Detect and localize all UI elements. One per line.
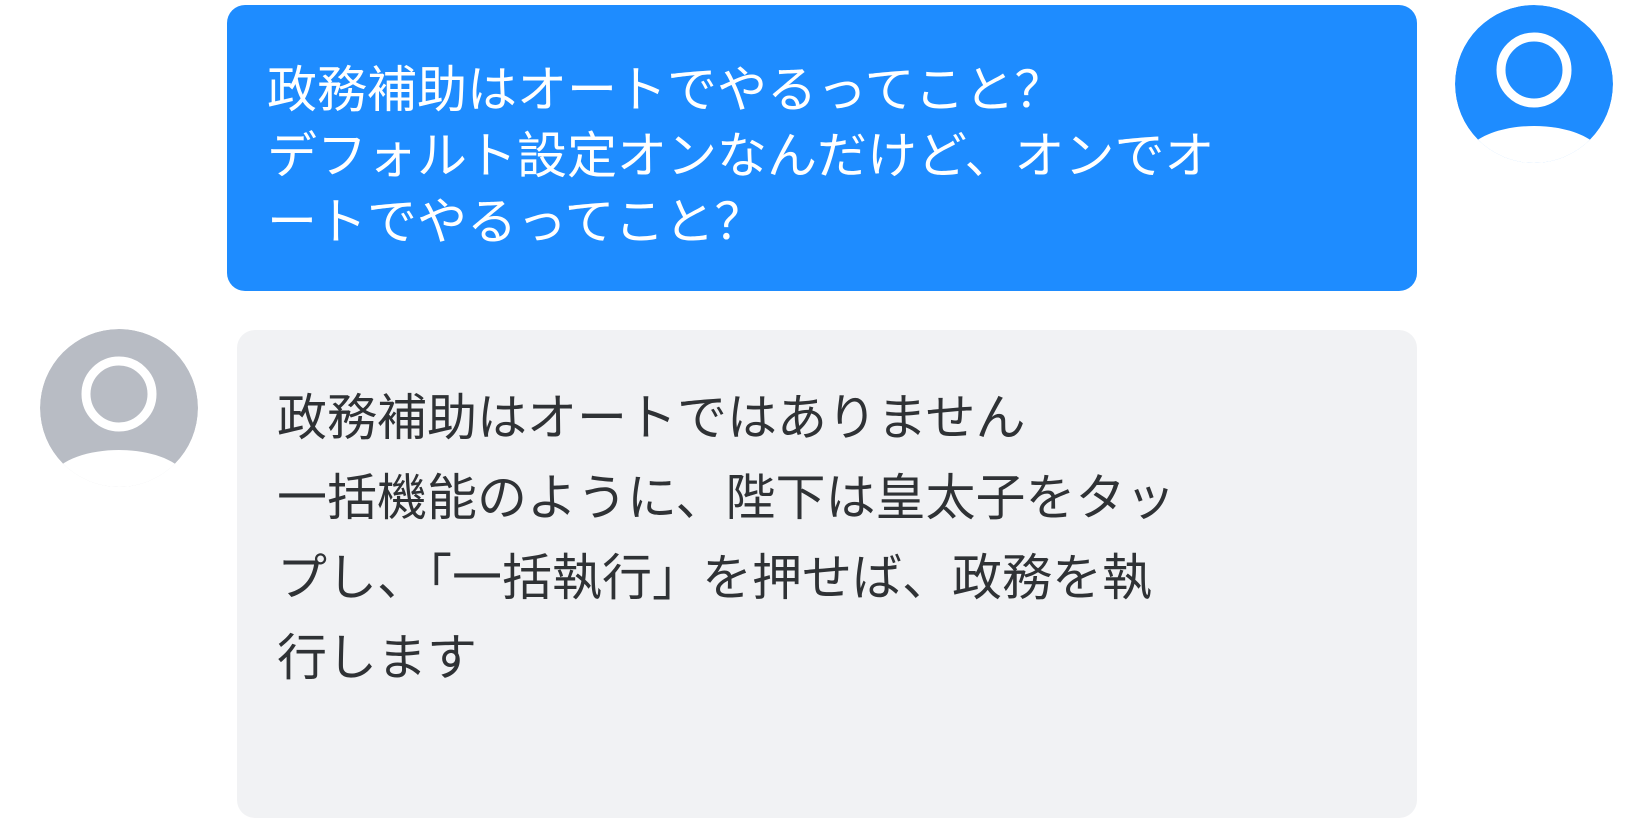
assistant-message-bubble: 政務補助はオートではありません 一括機能のように、陛下は皇太子をタッ プし、「一…: [237, 330, 1417, 818]
user-avatar-icon[interactable]: [1455, 5, 1613, 163]
chat-thread: 政務補助はオートでやるってこと？ デフォルト設定オンなんだけど、オンでオ ートで…: [0, 0, 1644, 839]
assistant-avatar-icon[interactable]: [40, 329, 198, 487]
user-message-bubble: 政務補助はオートでやるってこと？ デフォルト設定オンなんだけど、オンでオ ートで…: [227, 5, 1417, 291]
